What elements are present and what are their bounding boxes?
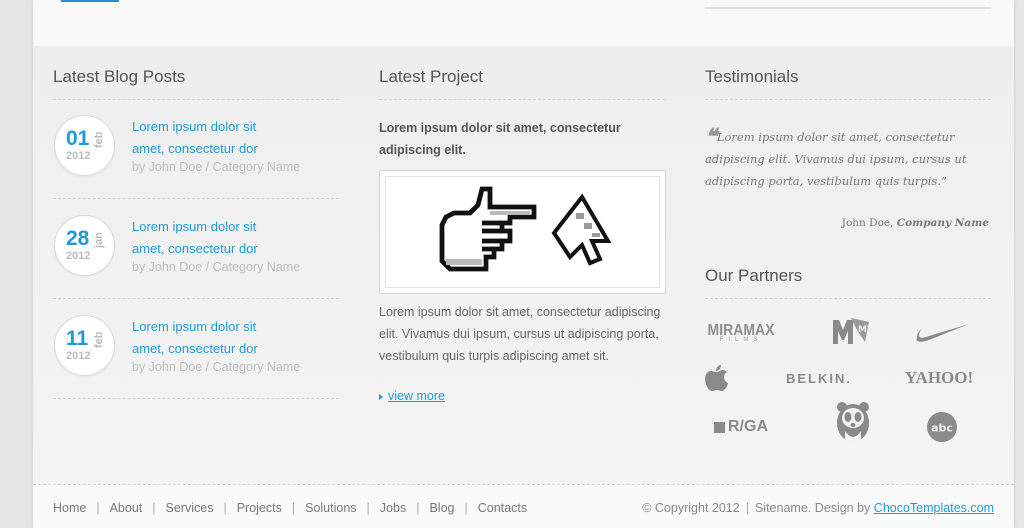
nav-separator: | — [223, 501, 227, 515]
top-divider — [705, 7, 991, 9]
quote-close-icon: ” — [941, 174, 947, 188]
pointing-hand-icon — [439, 186, 537, 272]
footer-link-services[interactable]: Services — [166, 501, 214, 515]
yahoo-wordmark: YAHOO! — [904, 368, 974, 387]
post-month: feb — [93, 131, 105, 149]
copyright-text: © Copyright 2012 — [642, 501, 740, 515]
footer-link-home[interactable]: Home — [53, 501, 86, 515]
post-day: 11 — [66, 327, 89, 350]
post-date-badge: 11 2012 feb — [54, 315, 115, 376]
abc-logo[interactable]: abc — [902, 407, 982, 447]
nav-separator: | — [96, 501, 100, 515]
arrow-right-icon — [379, 393, 383, 400]
top-accent-bar — [61, 0, 119, 2]
wwf-logo[interactable] — [813, 402, 893, 443]
footer-link-blog[interactable]: Blog — [429, 501, 454, 515]
post-meta: by John Doe / Category Name — [132, 360, 301, 374]
copy-separator: | — [745, 501, 749, 515]
abc-text: abc — [931, 422, 953, 435]
belkin-logo[interactable]: BELKIN. — [779, 358, 859, 398]
apple-icon — [705, 365, 728, 391]
post-year: 2012 — [66, 150, 91, 162]
page-container: Latest Blog Posts 01 2012 feb Lorem ipsu… — [33, 0, 1014, 528]
view-more-label: view more — [388, 389, 445, 403]
post-title-link[interactable]: Lorem ipsum dolor sit amet, consectetur … — [132, 216, 282, 260]
rga-wordmark: R/GA — [728, 418, 768, 435]
post-divider — [53, 398, 339, 399]
abc-icon: abc — [927, 412, 957, 442]
post-date-badge: 28 2012 jan — [54, 215, 115, 276]
author-name: John Doe, — [841, 217, 894, 229]
footer-link-solutions[interactable]: Solutions — [305, 501, 356, 515]
author-company: Company Name — [896, 217, 989, 229]
footer-link-projects[interactable]: Projects — [237, 501, 282, 515]
blog-post: 28 2012 jan Lorem ipsum dolor sit amet, … — [53, 215, 339, 315]
miramax-logo[interactable]: MIRAMAX FILMS — [701, 312, 781, 352]
mtv-icon: MTV — [833, 318, 871, 344]
post-divider — [53, 198, 339, 199]
nav-separator: | — [152, 501, 156, 515]
rga-square-icon — [714, 421, 725, 433]
belkin-wordmark: BELKIN. — [786, 370, 852, 386]
project-description: Lorem ipsum dolor sit amet, consectetur … — [379, 305, 661, 363]
nav-separator: | — [416, 501, 420, 515]
testimonials-heading: Testimonials — [705, 67, 799, 86]
post-month: jan — [93, 232, 105, 248]
heading-divider — [379, 99, 665, 100]
post-meta: by John Doe / Category Name — [132, 260, 301, 274]
testimonial-author: John Doe, Company Name — [842, 217, 989, 229]
nav-separator: | — [291, 501, 296, 515]
sitename-text: Sitename. Design by — [754, 501, 871, 515]
top-strip — [33, 0, 1014, 46]
project-title: Lorem ipsum dolor sit amet, consectetur … — [379, 121, 621, 157]
panda-icon — [837, 402, 869, 442]
post-year: 2012 — [66, 350, 91, 362]
arrow-cursor-icon — [551, 193, 612, 266]
footer-nav: Home | About | Services | Projects | Solutio… — [53, 501, 527, 515]
miramax-wordmark: MIRAMAX — [707, 319, 775, 338]
main-content: Latest Blog Posts 01 2012 feb Lorem ipsu… — [33, 46, 1014, 484]
blog-post: 01 2012 feb Lorem ipsum dolor sit amet, … — [53, 115, 339, 215]
post-date-badge: 01 2012 feb — [54, 115, 115, 176]
testimonial-quote: ❝Lorem ipsum dolor sit amet, consectetur… — [705, 126, 989, 192]
partners-heading: Our Partners — [705, 266, 803, 285]
designer-link[interactable]: ChocoTemplates.com — [874, 501, 994, 515]
post-day: 28 — [66, 227, 90, 250]
nike-logo[interactable] — [903, 312, 983, 352]
blog-post: 11 2012 feb Lorem ipsum dolor sit amet, … — [53, 315, 339, 415]
rga-logo[interactable]: R/GA — [701, 407, 781, 447]
footer-link-contacts[interactable]: Contacts — [478, 501, 527, 515]
post-title-link[interactable]: Lorem ipsum dolor sit amet, consectetur … — [132, 316, 282, 360]
post-divider — [53, 298, 339, 299]
testimonial-text: Lorem ipsum dolor sit amet, consectetur … — [705, 130, 967, 188]
footer-copyright: © Copyright 2012 | Sitename. Design by Cho… — [642, 501, 994, 515]
post-title-link[interactable]: Lorem ipsum dolor sit amet, consectetur … — [132, 116, 282, 160]
project-image-frame[interactable] — [379, 170, 666, 294]
post-year: 2012 — [66, 250, 91, 262]
quote-open-icon: ❝ — [705, 124, 717, 150]
project-image — [385, 176, 660, 288]
footer-link-jobs[interactable]: Jobs — [380, 501, 406, 515]
post-day: 01 — [66, 127, 90, 150]
project-heading: Latest Project — [379, 67, 483, 86]
post-month: feb — [93, 331, 105, 349]
nav-separator: | — [366, 501, 370, 515]
apple-logo[interactable] — [677, 358, 757, 398]
heading-divider — [53, 99, 339, 100]
heading-divider — [705, 298, 991, 299]
mtv-logo[interactable]: MTV — [811, 312, 891, 352]
post-meta: by John Doe / Category Name — [132, 160, 301, 174]
nike-swoosh-icon — [916, 324, 969, 342]
footer-link-about[interactable]: About — [110, 501, 143, 515]
heading-divider — [705, 99, 991, 100]
mtv-text: MTV — [858, 325, 871, 335]
nav-separator: | — [464, 501, 468, 515]
yahoo-logo[interactable]: YAHOO! — [889, 358, 989, 398]
footer: Home | About | Services | Projects | Solutio… — [33, 484, 1014, 528]
view-more-link[interactable]: view more — [379, 389, 445, 403]
blog-heading: Latest Blog Posts — [53, 67, 186, 86]
